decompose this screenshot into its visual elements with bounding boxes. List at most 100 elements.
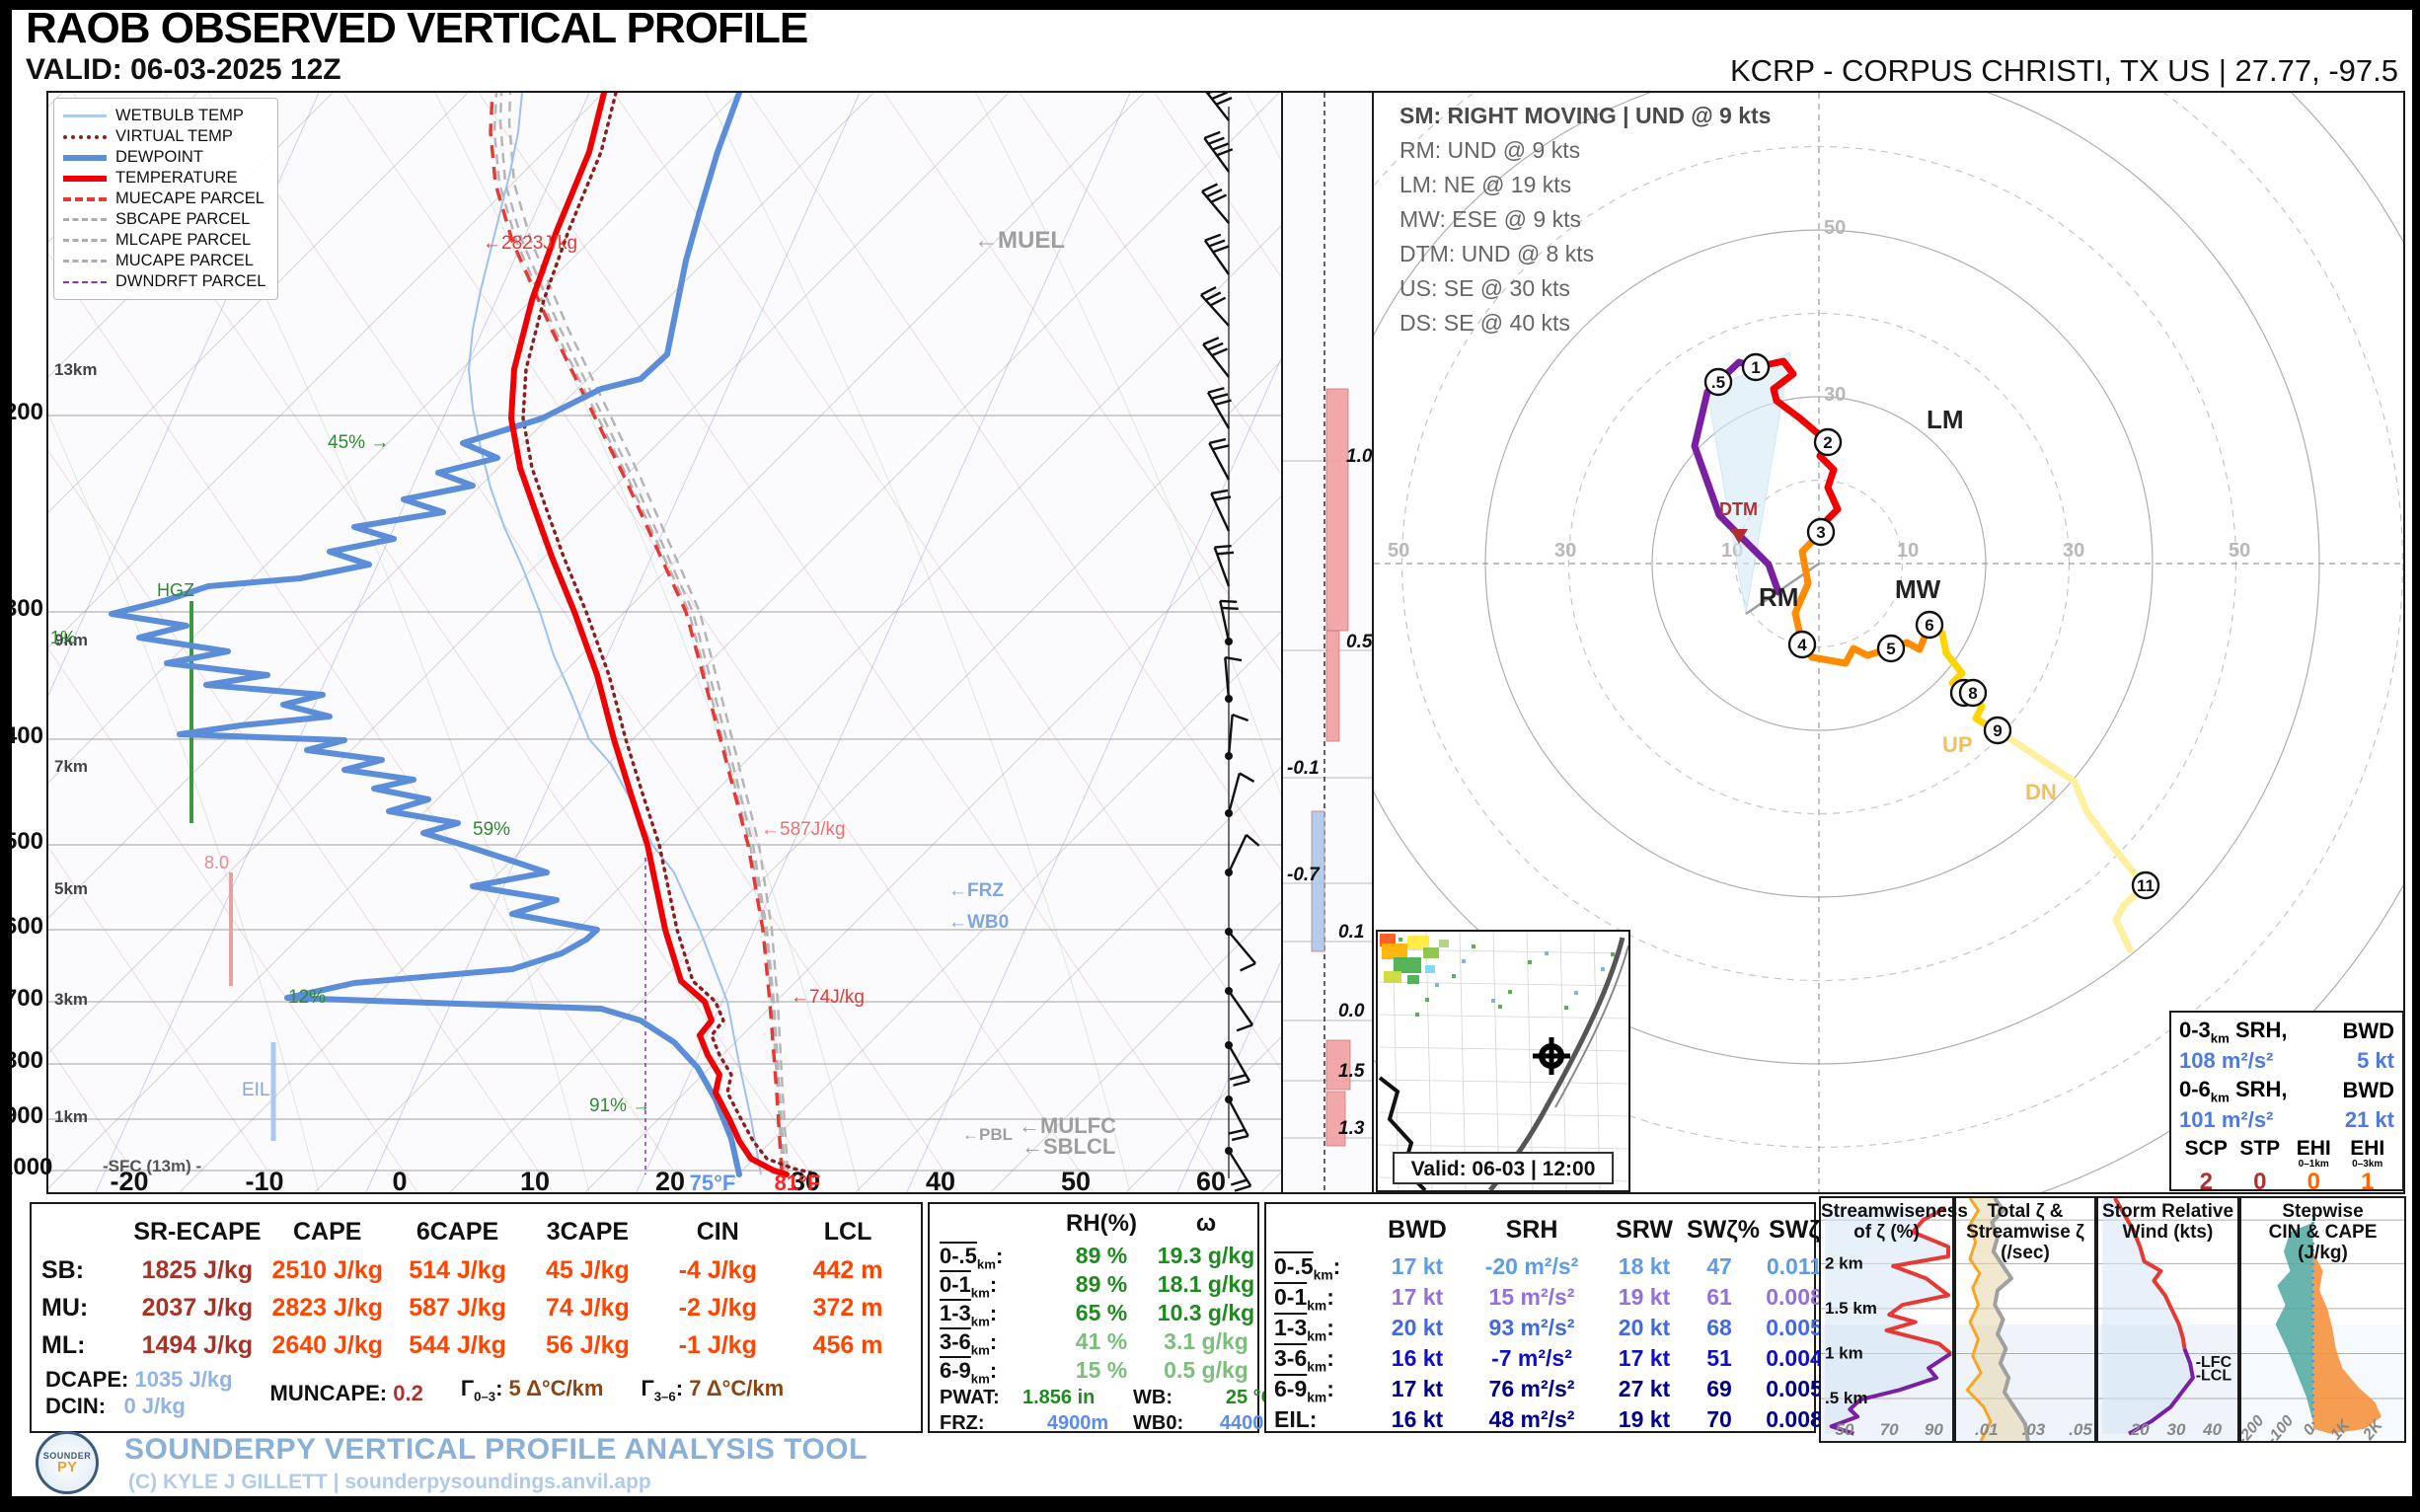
wind-barb-tick — [1209, 437, 1227, 445]
legend-label: MLCAPE PARCEL — [115, 231, 252, 249]
radar-speckle — [1498, 1005, 1502, 1009]
isotherm-line — [179, 93, 1280, 1192]
isotherm-line — [1125, 1036, 1281, 1192]
omega-value: -0.1 — [1287, 758, 1320, 779]
storm-motion-line-text: US: SE @ 30 kts — [1399, 275, 1570, 301]
mini-ylabel: 1.5 km — [1825, 1299, 1877, 1318]
thermo-value: 372 m — [812, 1294, 883, 1322]
rh-row-label: 1-3km: — [940, 1301, 998, 1329]
wind-barb-tick — [1220, 599, 1238, 604]
shear-value: -7 m²/s² — [1491, 1345, 1572, 1371]
mini-ylabel: .5 km — [1825, 1389, 1867, 1407]
thermo-value: -1 J/kg — [678, 1331, 757, 1359]
thermo-value: 74 J/kg — [546, 1294, 630, 1322]
ring-label: 30 — [2063, 540, 2084, 562]
mini-panel-2: Total ζ & Streamwise ζ (/sec) .01 .03 .05 — [1954, 1196, 2096, 1443]
height-marker-label: 5 — [1886, 640, 1895, 658]
wind-barb-tick — [1212, 245, 1230, 254]
temp-tick-label: -10 — [245, 1167, 284, 1196]
thermo-table: SR-ECAPE CAPE 6CAPE 3CAPE CIN LCL SB: 1825 J/kg… — [30, 1202, 923, 1433]
dry-adiabat — [478, 93, 1230, 1192]
wind-barb-tick — [1245, 834, 1260, 847]
lfc-lcl-label: -LCL — [2196, 1368, 2232, 1385]
skewt-annotation: ←2823J/kg — [483, 233, 578, 254]
rh-value: 15 % — [1075, 1357, 1128, 1383]
thermo-row-label: MU: — [41, 1294, 89, 1322]
wind-barb-tick — [1215, 97, 1233, 106]
height-label: 13km — [54, 360, 98, 379]
muecape-line-sample — [63, 196, 107, 201]
hodograph-panel: 5030101030503050.512345678911RMLMMWDTMUP… — [1372, 91, 2405, 1195]
lapse-rate-0-3: Γ0–3: 5 Δ°C/km — [460, 1376, 604, 1404]
thermo-value: 2037 J/kg — [141, 1294, 254, 1322]
wind-barb-tick — [1208, 239, 1226, 248]
wind-barb-tick — [1202, 337, 1220, 346]
mini-xtick: 20 — [2130, 1420, 2150, 1439]
rh-row-label: 0-1km: — [940, 1272, 998, 1301]
radar-echo — [1439, 940, 1449, 947]
thermo-header: SR-ECAPE — [133, 1218, 262, 1246]
storm-motion-line-text: DS: SE @ 40 kts — [1399, 310, 1570, 336]
mini-panel-4: Stepwise CIN & CAPE (J/kg) -200 -100 0 1K 2K — [2239, 1196, 2406, 1443]
srh-box-values: 2001 — [2179, 1169, 2394, 1196]
hodo-label-lm: LM — [1927, 405, 1964, 434]
radar-speckle — [1528, 960, 1532, 964]
skewt-panel: WETBULB TEMP VIRTUAL TEMP DEWPOINT TEMPERAT… — [46, 91, 1283, 1194]
temp-tick-label: 50 — [1060, 1167, 1092, 1196]
frz-value: 4900m — [1046, 1412, 1109, 1434]
storm-motion-line-text: DTM: UND @ 8 kts — [1399, 241, 1595, 266]
rh-value: 18.1 g/kg — [1157, 1271, 1255, 1297]
thermo-value: 2640 J/kg — [271, 1331, 384, 1359]
shear-value: -20 m²/s² — [1484, 1253, 1579, 1279]
dcape-block: DCAPE: 1035 J/kg DCIN: 0 J/kg — [45, 1367, 233, 1418]
corner-cell — [1274, 1212, 1373, 1251]
wind-barb-tick — [1239, 772, 1255, 783]
storm-motion-line-text: RM: UND @ 9 kts — [1399, 137, 1581, 163]
isotherm-line — [314, 225, 1281, 1192]
wind-barb-tick — [1207, 341, 1224, 351]
wb-label: WB: — [1133, 1387, 1172, 1408]
shear-header: SWζ% — [1687, 1216, 1761, 1244]
wind-barb-tick — [1208, 136, 1225, 145]
wetbulb-line-sample — [63, 114, 107, 117]
ring-label: 50 — [1824, 217, 1846, 239]
omega-value: 1.0 — [1346, 446, 1372, 467]
srh-bwd-box: 0-3km SRH, BWD 108 m²/s² 5 kt 0-6km SRH, BWD 1… — [2169, 1011, 2404, 1195]
shear-value: 20 kt — [1391, 1315, 1444, 1340]
wind-barb-tick — [1203, 130, 1221, 140]
wind-barb — [1227, 834, 1248, 873]
height-label: 3km — [54, 990, 89, 1009]
shear-value: 48 m²/s² — [1488, 1406, 1575, 1432]
pressure-tick-label: 1000 — [0, 1154, 53, 1180]
legend-label: WETBULB TEMP — [115, 107, 244, 124]
shear-row-label: 0-.5km: — [1274, 1253, 1341, 1283]
legend-label: DWNDRFT PARCEL — [115, 272, 266, 290]
rh-value: 0.5 g/kg — [1164, 1357, 1248, 1383]
shear-value: 19 kt — [1618, 1284, 1671, 1310]
isotherm-line — [990, 901, 1281, 1192]
barb-station-dot — [1225, 695, 1233, 703]
temperature-line-sample — [63, 175, 107, 182]
radar-speckle — [1399, 938, 1402, 942]
thermo-value: 442 m — [812, 1256, 883, 1284]
omega-value: 0.1 — [1338, 922, 1364, 943]
height-marker-label: 6 — [1925, 616, 1933, 635]
wind-barb-tick — [1212, 444, 1230, 451]
dry-adiabat — [883, 93, 1281, 673]
radar-echo — [1382, 944, 1407, 959]
wind-barb-tick — [1204, 233, 1222, 242]
barb-station-dot — [1225, 752, 1233, 760]
shear-header: SRH — [1505, 1216, 1558, 1244]
legend-label: MUECAPE PARCEL — [115, 189, 265, 207]
barb-station-dot — [1225, 1041, 1233, 1049]
skewt-legend: WETBULB TEMP VIRTUAL TEMP DEWPOINT TEMPERAT… — [53, 98, 279, 300]
thermo-header: CAPE — [293, 1218, 362, 1246]
shear-value: 27 kt — [1618, 1376, 1671, 1401]
pwat-label: PWAT: — [940, 1387, 1000, 1408]
wind-barb-tick — [1211, 393, 1229, 400]
thermo-value: 56 J/kg — [546, 1331, 630, 1359]
map-valid-label: Valid: 06-03 | 12:00 — [1411, 1158, 1596, 1180]
omega-value: 0.5 — [1346, 632, 1372, 652]
srh-value: 2 — [2199, 1169, 2213, 1195]
shear-row-label: 1-3km: — [1274, 1315, 1334, 1344]
